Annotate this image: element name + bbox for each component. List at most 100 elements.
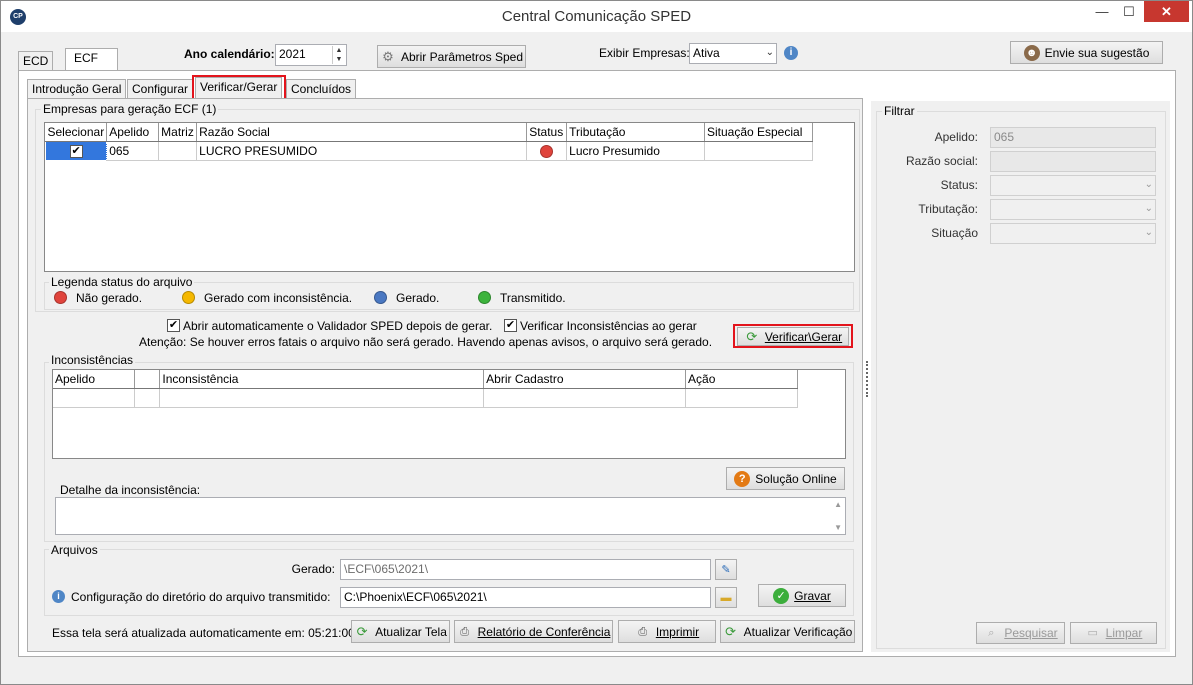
inconsistencias-title: Inconsistências bbox=[49, 353, 136, 367]
tab-ecd[interactable]: ECD bbox=[18, 51, 54, 70]
filtro-status-select[interactable]: ⌄ bbox=[990, 175, 1156, 196]
info-icon[interactable]: i bbox=[52, 590, 65, 603]
razao-social-cell: LUCRO PRESUMIDO bbox=[196, 141, 528, 161]
col-inc-blank[interactable] bbox=[134, 370, 161, 389]
col-abrir-cadastro[interactable]: Abrir Cadastro bbox=[483, 370, 687, 389]
apelido-cell: 065 bbox=[106, 141, 160, 161]
eraser-icon: ▭ bbox=[1087, 627, 1098, 639]
inconsistencias-grid[interactable]: Apelido Inconsistência Abrir Cadastro Aç… bbox=[52, 369, 846, 459]
filtro-razao-field[interactable] bbox=[990, 151, 1156, 172]
folder-button[interactable]: ▬ bbox=[715, 587, 737, 608]
filtro-razao-label: Razão social: bbox=[905, 154, 978, 168]
filtro-apelido-field[interactable]: 065 bbox=[990, 127, 1156, 148]
empresas-grid[interactable]: Selecionar Apelido Matriz Razão Social S… bbox=[44, 122, 855, 272]
chevron-down-icon: ⌄ bbox=[1144, 179, 1153, 190]
gravar-button[interactable]: ✓ Gravar bbox=[758, 584, 846, 607]
atualizar-tela-button[interactable]: ⟳ Atualizar Tela bbox=[351, 620, 450, 643]
solucao-online-button[interactable]: ? Solução Online bbox=[726, 467, 845, 490]
status-red-dot-icon bbox=[540, 144, 554, 158]
inc-cell bbox=[483, 388, 687, 408]
col-situacao-especial[interactable]: Situação Especial bbox=[704, 123, 814, 142]
tab-highlight-box bbox=[192, 75, 286, 100]
chevron-down-icon: ⌄ bbox=[765, 47, 774, 58]
gerado-edit-button[interactable]: ✎ bbox=[715, 559, 737, 580]
tab-configurar[interactable]: Configurar bbox=[127, 79, 194, 98]
exibir-empresas-select[interactable]: Ativa ⌄ bbox=[689, 43, 777, 64]
legend-gerado-inconsistencia: Gerado com inconsistência. bbox=[204, 291, 353, 305]
gerado-label: Gerado: bbox=[291, 562, 335, 576]
legenda-title: Legenda status do arquivo bbox=[49, 275, 195, 289]
exibir-empresas-label: Exibir Empresas: bbox=[599, 46, 690, 60]
imprimir-button[interactable]: ⎙ Imprimir bbox=[618, 620, 716, 643]
inconsistencias-table: Apelido Inconsistência Abrir Cadastro Aç… bbox=[53, 370, 798, 408]
spin-arrows-icon[interactable]: ▲ ▼ bbox=[332, 46, 345, 64]
inc-cell bbox=[685, 388, 798, 408]
table-row[interactable] bbox=[53, 388, 798, 408]
legend-red-dot-icon bbox=[54, 291, 67, 304]
close-icon[interactable]: ✕ bbox=[1144, 1, 1189, 22]
verificar-inconsistencias-checkbox[interactable]: ✔ bbox=[504, 319, 517, 332]
legend-transmitido: Transmitido. bbox=[500, 291, 566, 305]
detalhe-textarea[interactable]: ▲ ▼ bbox=[55, 497, 846, 535]
filtrar-title: Filtrar bbox=[882, 104, 917, 118]
refresh-icon: ⟳ bbox=[356, 623, 368, 639]
filtro-situacao-select[interactable]: ⌄ bbox=[990, 223, 1156, 244]
sugestao-label: Envie sua sugestão bbox=[1044, 45, 1150, 60]
pesquisar-button[interactable]: ⌕ Pesquisar bbox=[976, 622, 1065, 644]
atualizar-tela-label: Atualizar Tela bbox=[375, 624, 447, 639]
inc-cell bbox=[134, 388, 161, 408]
situacao-especial-cell bbox=[704, 141, 814, 161]
atualizar-verificacao-button[interactable]: ⟳ Atualizar Verificação bbox=[720, 620, 855, 643]
matriz-cell bbox=[158, 141, 198, 161]
scroll-up-icon[interactable]: ▲ bbox=[834, 500, 842, 509]
gravar-label: Gravar bbox=[794, 588, 831, 603]
help-icon: ? bbox=[734, 470, 751, 487]
atencao-text: Atenção: Se houver erros fatais o arquiv… bbox=[139, 335, 713, 349]
table-row[interactable]: ✔ 065 LUCRO PRESUMIDO Lucro Presumido bbox=[44, 140, 814, 161]
col-matriz[interactable]: Matriz bbox=[158, 123, 198, 142]
printer-icon: ⎙ bbox=[638, 625, 648, 638]
scroll-down-icon[interactable]: ▼ bbox=[834, 523, 842, 532]
gerado-field[interactable]: \ECF\065\2021\ bbox=[340, 559, 711, 580]
col-inconsistencia[interactable]: Inconsistência bbox=[159, 370, 485, 389]
abrir-validador-label[interactable]: Abrir automaticamente o Validador SPED d… bbox=[183, 319, 492, 333]
folder-icon: ▬ bbox=[720, 591, 732, 604]
abrir-parametros-button[interactable]: ⚙ Abrir Parâmetros Sped bbox=[377, 45, 526, 68]
abrir-parametros-label: Abrir Parâmetros Sped bbox=[400, 49, 524, 64]
main-window: CP Central Comunicação SPED — ☐ ✕ ECD EC… bbox=[0, 0, 1193, 685]
filtro-tributacao-select[interactable]: ⌄ bbox=[990, 199, 1156, 220]
col-status[interactable]: Status bbox=[526, 123, 568, 142]
atualizar-verificacao-label: Atualizar Verificação bbox=[743, 624, 853, 639]
verificar-inconsistencias-label[interactable]: Verificar Inconsistências ao gerar bbox=[520, 319, 697, 333]
tab-introducao-geral[interactable]: Introdução Geral bbox=[27, 79, 127, 98]
detalhe-label: Detalhe da inconsistência: bbox=[60, 483, 201, 497]
ano-calendario-stepper[interactable]: 2021 ▲ ▼ bbox=[275, 44, 347, 66]
col-razao-social[interactable]: Razão Social bbox=[196, 123, 528, 142]
title-bar: CP Central Comunicação SPED — ☐ ✕ bbox=[1, 1, 1192, 32]
empresas-header-row: Selecionar Apelido Matriz Razão Social S… bbox=[45, 123, 814, 142]
config-diretorio-field[interactable]: C:\Phoenix\ECF\065\2021\ bbox=[340, 587, 711, 608]
refresh-icon: ⟳ bbox=[725, 623, 737, 639]
relatorio-button[interactable]: ⎙ Relatório de Conferência bbox=[454, 620, 613, 643]
tab-concluidos[interactable]: Concluídos bbox=[286, 79, 357, 98]
maximize-icon[interactable]: ☐ bbox=[1116, 1, 1142, 22]
col-inc-apelido[interactable]: Apelido bbox=[53, 370, 136, 389]
abrir-validador-checkbox[interactable]: ✔ bbox=[167, 319, 180, 332]
splitter-handle[interactable] bbox=[866, 361, 869, 397]
col-acao[interactable]: Ação bbox=[685, 370, 798, 389]
selecionar-cell[interactable]: ✔ bbox=[44, 140, 108, 161]
col-selecionar[interactable]: Selecionar bbox=[45, 123, 108, 142]
info-icon[interactable]: i bbox=[784, 46, 798, 60]
user-icon: ☻ bbox=[1023, 44, 1040, 61]
filtro-situacao-label: Situação bbox=[931, 226, 978, 240]
selecionar-checkbox[interactable]: ✔ bbox=[69, 144, 83, 158]
limpar-button[interactable]: ▭ Limpar bbox=[1070, 622, 1157, 644]
col-tributacao[interactable]: Tributação bbox=[566, 123, 705, 142]
relatorio-label: Relatório de Conferência bbox=[477, 624, 611, 639]
ano-calendario-label: Ano calendário: bbox=[184, 47, 275, 61]
tab-ecf[interactable]: ECF bbox=[65, 48, 118, 70]
col-apelido[interactable]: Apelido bbox=[106, 123, 160, 142]
sugestao-button[interactable]: ☻ Envie sua sugestão bbox=[1010, 41, 1163, 64]
minimize-icon[interactable]: — bbox=[1089, 1, 1115, 22]
inc-cell bbox=[159, 388, 485, 408]
